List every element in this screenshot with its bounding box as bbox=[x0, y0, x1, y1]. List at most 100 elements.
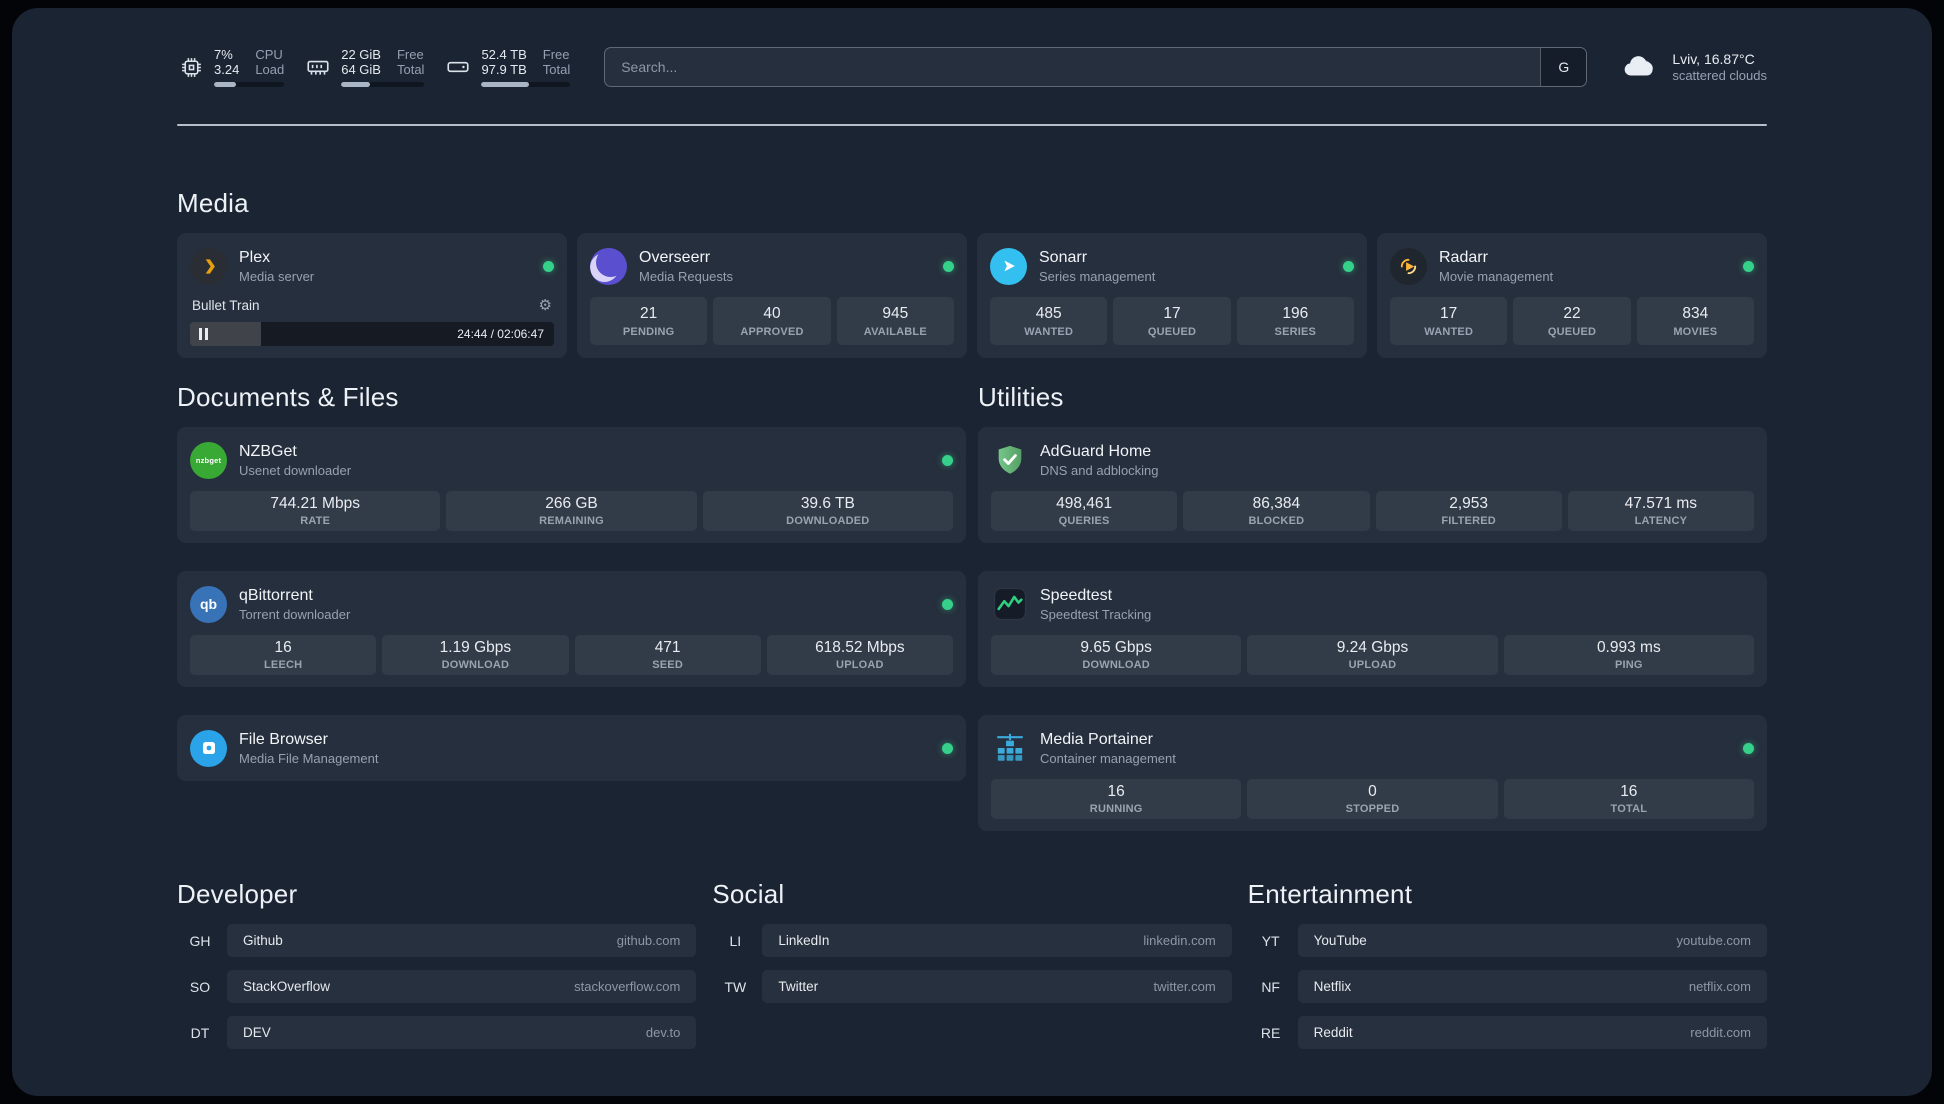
service-subtitle: Series management bbox=[1039, 269, 1156, 284]
memory-icon bbox=[304, 54, 332, 80]
service-card-portainer[interactable]: Media Portainer Container management 16 … bbox=[978, 715, 1767, 831]
service-name: qBittorrent bbox=[239, 587, 313, 604]
topbar: 7% 3.24 CPU Load 22 GiB 64 GiB Free Tota… bbox=[177, 44, 1767, 90]
screen: 7% 3.24 CPU Load 22 GiB 64 GiB Free Tota… bbox=[0, 0, 1944, 1104]
stat-tile: 945 AVAILABLE bbox=[836, 297, 954, 345]
cpu-widget: 7% 3.24 CPU Load bbox=[177, 47, 285, 87]
service-subtitle: Media Requests bbox=[639, 269, 733, 284]
status-dot bbox=[543, 260, 554, 272]
service-card-radarr[interactable]: Radarr Movie management 17 WANTED 22 QUE… bbox=[1377, 233, 1767, 358]
status-dot bbox=[1343, 260, 1354, 272]
stat-tile: 744.21 Mbps RATE bbox=[190, 491, 441, 531]
service-name: Speedtest bbox=[1040, 587, 1113, 604]
bookmark-twitter[interactable]: TW Twitter twitter.com bbox=[712, 970, 1232, 1003]
stat-tile: 0 STOPPED bbox=[1247, 779, 1498, 819]
bookmark-name: StackOverflow bbox=[243, 979, 331, 994]
radarr-icon bbox=[1390, 247, 1427, 285]
sonarr-icon bbox=[990, 247, 1027, 285]
section-title-documents: Documents & Files bbox=[177, 382, 399, 412]
bookmark-stackoverflow[interactable]: SO StackOverflow stackoverflow.com bbox=[177, 970, 697, 1003]
bookmark-url: linkedin.com bbox=[1143, 933, 1216, 948]
playback-time: 24:44 / 02:06:47 bbox=[457, 327, 544, 341]
bookmark-group-entertainment: Entertainment YT YouTube youtube.com NF … bbox=[1248, 879, 1767, 1049]
section-media: Media Plex Media server Bullet Train ⚙ 2… bbox=[177, 188, 1767, 358]
weather-condition: scattered clouds bbox=[1672, 68, 1767, 83]
service-card-plex[interactable]: Plex Media server Bullet Train ⚙ 24:44 /… bbox=[177, 233, 567, 358]
service-subtitle: Container management bbox=[1040, 751, 1176, 766]
now-playing-title: Bullet Train bbox=[192, 297, 260, 313]
stat-tile: 17 QUEUED bbox=[1113, 297, 1231, 345]
service-card-speedtest[interactable]: Speedtest Speedtest Tracking 9.65 Gbps D… bbox=[978, 571, 1767, 687]
header-divider bbox=[177, 124, 1767, 126]
bookmark-dev[interactable]: DT DEV dev.to bbox=[177, 1016, 697, 1049]
status-dot bbox=[942, 598, 953, 610]
bookmark-reddit[interactable]: RE Reddit reddit.com bbox=[1248, 1016, 1767, 1049]
disk-values: 52.4 TB 97.9 TB bbox=[481, 47, 527, 77]
settings-gear-icon[interactable] bbox=[539, 298, 552, 313]
bookmark-abbr: RE bbox=[1260, 1024, 1281, 1041]
service-name: Plex bbox=[239, 249, 271, 266]
bookmark-url: stackoverflow.com bbox=[574, 979, 681, 994]
service-name: AdGuard Home bbox=[1040, 443, 1152, 460]
stat-tile: 196 SERIES bbox=[1236, 297, 1354, 345]
service-card-filebrowser[interactable]: File Browser Media File Management bbox=[177, 715, 966, 781]
service-card-nzbget[interactable]: nzbget NZBGet Usenet downloader 744.21 M… bbox=[177, 427, 966, 543]
stat-tile: 9.65 Gbps DOWNLOAD bbox=[991, 635, 1242, 675]
bookmark-netflix[interactable]: NF Netflix netflix.com bbox=[1248, 970, 1767, 1003]
stat-tile: 834 MOVIES bbox=[1636, 297, 1754, 345]
speedtest-icon bbox=[991, 586, 1028, 623]
bookmark-abbr: GH bbox=[189, 932, 211, 949]
bookmark-youtube[interactable]: YT YouTube youtube.com bbox=[1248, 924, 1767, 957]
pause-icon[interactable] bbox=[199, 328, 208, 340]
disk-icon bbox=[444, 54, 472, 80]
cpu-values: 7% 3.24 bbox=[214, 47, 240, 77]
plex-icon bbox=[190, 247, 227, 285]
bookmark-github[interactable]: GH Github github.com bbox=[177, 924, 697, 957]
service-card-sonarr[interactable]: Sonarr Series management 485 WANTED 17 Q… bbox=[977, 233, 1367, 358]
stat-tile: 40 APPROVED bbox=[713, 297, 831, 345]
bookmark-name: YouTube bbox=[1313, 933, 1367, 948]
dashboard: 7% 3.24 CPU Load 22 GiB 64 GiB Free Tota… bbox=[12, 8, 1932, 1096]
bookmark-url: twitter.com bbox=[1153, 979, 1216, 994]
stat-tile: 39.6 TB DOWNLOADED bbox=[702, 491, 953, 531]
cpu-progress-track bbox=[214, 82, 285, 87]
cpu-chip-icon bbox=[177, 55, 205, 80]
bookmark-linkedin[interactable]: LI LinkedIn linkedin.com bbox=[712, 924, 1232, 957]
service-card-adguard[interactable]: AdGuard Home DNS and adblocking 498,461 … bbox=[978, 427, 1767, 543]
resource-widgets: 7% 3.24 CPU Load 22 GiB 64 GiB Free Tota… bbox=[177, 47, 571, 87]
service-card-overseerr[interactable]: Overseerr Media Requests 21 PENDING 40 A… bbox=[577, 233, 967, 358]
memory-labels: Free Total bbox=[396, 47, 425, 77]
stat-tile: 266 GB REMAINING bbox=[446, 491, 697, 531]
stat-tile: 22 QUEUED bbox=[1513, 297, 1631, 345]
service-subtitle: Media server bbox=[239, 269, 315, 284]
weather-widget: Lviv, 16.87°C scattered clouds bbox=[1619, 50, 1767, 84]
stat-tile: 471 SEED bbox=[574, 635, 761, 675]
bookmark-name: DEV bbox=[243, 1025, 271, 1040]
section-title-entertainment: Entertainment bbox=[1247, 879, 1413, 909]
bookmark-url: netflix.com bbox=[1688, 979, 1751, 994]
search-bar: G bbox=[604, 47, 1588, 87]
stat-tile: 86,384 BLOCKED bbox=[1183, 491, 1370, 531]
service-card-qbittorrent[interactable]: qb qBittorrent Torrent downloader 16 LEE… bbox=[177, 571, 966, 687]
disk-widget: 52.4 TB 97.9 TB Free Total bbox=[444, 47, 571, 87]
stat-tile: 47.571 ms LATENCY bbox=[1567, 491, 1754, 531]
service-name: Overseerr bbox=[639, 249, 711, 266]
stat-tile: 9.24 Gbps UPLOAD bbox=[1247, 635, 1498, 675]
filebrowser-icon bbox=[190, 729, 227, 767]
cpu-labels: CPU Load bbox=[255, 47, 285, 77]
service-name: File Browser bbox=[239, 731, 328, 748]
bookmark-abbr: TW bbox=[724, 978, 747, 995]
stat-tile: 16 LEECH bbox=[190, 635, 377, 675]
search-provider-button[interactable]: G bbox=[1540, 48, 1587, 86]
stat-tile: 618.52 Mbps UPLOAD bbox=[766, 635, 953, 675]
bookmark-abbr: DT bbox=[190, 1024, 210, 1041]
playback-progress-bar[interactable]: 24:44 / 02:06:47 bbox=[190, 322, 554, 346]
stat-tile: 0.993 ms PING bbox=[1503, 635, 1754, 675]
weather-location: Lviv, 16.87°C bbox=[1672, 51, 1755, 67]
overseerr-icon bbox=[590, 247, 627, 285]
service-subtitle: Media File Management bbox=[239, 751, 379, 766]
search-input[interactable] bbox=[605, 48, 1541, 86]
service-subtitle: Usenet downloader bbox=[239, 463, 352, 478]
bookmark-name: Github bbox=[243, 933, 283, 948]
bookmark-url: reddit.com bbox=[1690, 1025, 1751, 1040]
